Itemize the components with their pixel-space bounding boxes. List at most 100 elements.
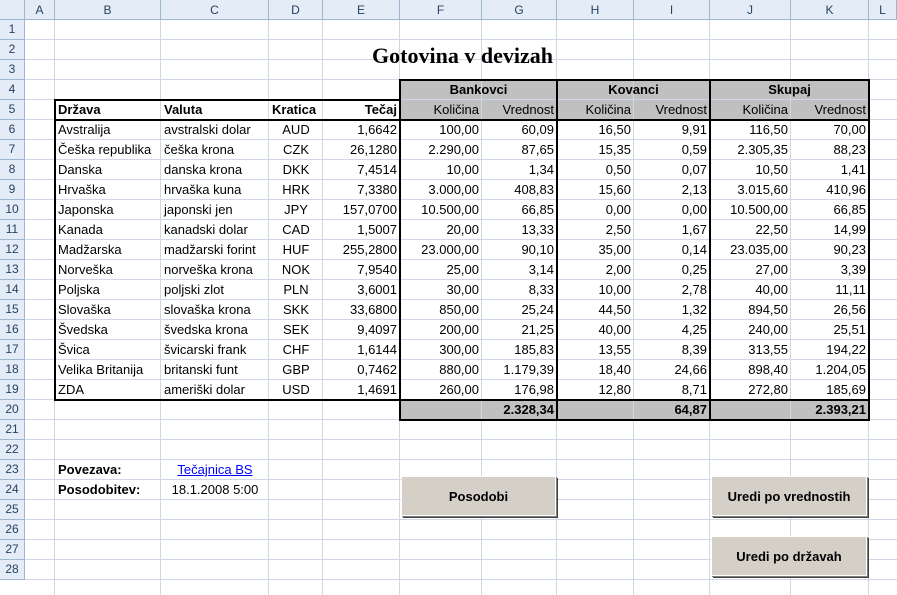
- table-cell[interactable]: 90,23: [791, 240, 869, 259]
- total-kovanci[interactable]: 64,87: [634, 400, 710, 419]
- table-cell[interactable]: 0,59: [634, 140, 710, 159]
- table-cell[interactable]: 40,00: [710, 280, 791, 299]
- table-cell[interactable]: 10.500,00: [400, 200, 482, 219]
- table-cell[interactable]: 116,50: [710, 120, 791, 139]
- column-header[interactable]: E: [323, 0, 400, 20]
- row-header[interactable]: 13: [0, 260, 25, 280]
- table-cell[interactable]: 898,40: [710, 360, 791, 379]
- table-cell[interactable]: 30,00: [400, 280, 482, 299]
- table-cell[interactable]: 408,83: [482, 180, 557, 199]
- table-cell[interactable]: 0,25: [634, 260, 710, 279]
- table-cell[interactable]: Hrvaška: [55, 180, 161, 199]
- table-cell[interactable]: 0,7462: [323, 360, 400, 379]
- table-cell[interactable]: 24,66: [634, 360, 710, 379]
- table-cell[interactable]: 15,60: [557, 180, 634, 199]
- table-cell[interactable]: GBP: [269, 360, 323, 379]
- column-header[interactable]: K: [791, 0, 869, 20]
- table-cell[interactable]: 18,40: [557, 360, 634, 379]
- table-cell[interactable]: 9,91: [634, 120, 710, 139]
- table-cell[interactable]: 40,00: [557, 320, 634, 339]
- table-cell[interactable]: madžarski forint: [161, 240, 269, 259]
- table-cell[interactable]: 10,50: [710, 160, 791, 179]
- table-cell[interactable]: 880,00: [400, 360, 482, 379]
- column-header[interactable]: L: [869, 0, 897, 20]
- table-cell[interactable]: 255,2800: [323, 240, 400, 259]
- column-header[interactable]: B: [55, 0, 161, 20]
- table-cell[interactable]: 8,71: [634, 380, 710, 399]
- table-cell[interactable]: 7,4514: [323, 160, 400, 179]
- table-cell[interactable]: CHF: [269, 340, 323, 359]
- row-header[interactable]: 4: [0, 80, 25, 100]
- row-header[interactable]: 16: [0, 320, 25, 340]
- table-cell[interactable]: 3,39: [791, 260, 869, 279]
- table-cell[interactable]: 7,3380: [323, 180, 400, 199]
- table-cell[interactable]: 10,00: [400, 160, 482, 179]
- table-cell[interactable]: 10.500,00: [710, 200, 791, 219]
- table-cell[interactable]: češka krona: [161, 140, 269, 159]
- row-header[interactable]: 22: [0, 440, 25, 460]
- table-cell[interactable]: 23.000,00: [400, 240, 482, 259]
- table-cell[interactable]: britanski funt: [161, 360, 269, 379]
- table-cell[interactable]: 157,0700: [323, 200, 400, 219]
- table-cell[interactable]: Češka republika: [55, 140, 161, 159]
- row-header[interactable]: 18: [0, 360, 25, 380]
- table-cell[interactable]: 25,51: [791, 320, 869, 339]
- table-cell[interactable]: Slovaška: [55, 300, 161, 319]
- table-cell[interactable]: 3,14: [482, 260, 557, 279]
- row-header[interactable]: 5: [0, 100, 25, 120]
- table-cell[interactable]: 100,00: [400, 120, 482, 139]
- total-skupaj[interactable]: 2.393,21: [791, 400, 869, 419]
- table-cell[interactable]: 194,22: [791, 340, 869, 359]
- table-cell[interactable]: Švica: [55, 340, 161, 359]
- row-header[interactable]: 26: [0, 520, 25, 540]
- row-header[interactable]: 27: [0, 540, 25, 560]
- table-cell[interactable]: 27,00: [710, 260, 791, 279]
- row-header[interactable]: 24: [0, 480, 25, 500]
- table-cell[interactable]: 300,00: [400, 340, 482, 359]
- table-cell[interactable]: 20,00: [400, 220, 482, 239]
- table-cell[interactable]: 260,00: [400, 380, 482, 399]
- table-cell[interactable]: 272,80: [710, 380, 791, 399]
- table-cell[interactable]: 9,4097: [323, 320, 400, 339]
- table-cell[interactable]: 60,09: [482, 120, 557, 139]
- table-cell[interactable]: 1,41: [791, 160, 869, 179]
- table-cell[interactable]: 2.290,00: [400, 140, 482, 159]
- table-cell[interactable]: 66,85: [482, 200, 557, 219]
- row-header[interactable]: 10: [0, 200, 25, 220]
- table-cell[interactable]: Švedska: [55, 320, 161, 339]
- table-cell[interactable]: švicarski frank: [161, 340, 269, 359]
- table-cell[interactable]: 3.015,60: [710, 180, 791, 199]
- table-cell[interactable]: HUF: [269, 240, 323, 259]
- table-cell[interactable]: 16,50: [557, 120, 634, 139]
- table-cell[interactable]: hrvaška kuna: [161, 180, 269, 199]
- table-cell[interactable]: 2,50: [557, 220, 634, 239]
- row-header[interactable]: 23: [0, 460, 25, 480]
- table-cell[interactable]: 200,00: [400, 320, 482, 339]
- table-cell[interactable]: 13,55: [557, 340, 634, 359]
- row-header[interactable]: 15: [0, 300, 25, 320]
- table-cell[interactable]: japonski jen: [161, 200, 269, 219]
- table-cell[interactable]: 0,07: [634, 160, 710, 179]
- table-cell[interactable]: 410,96: [791, 180, 869, 199]
- table-cell[interactable]: 13,33: [482, 220, 557, 239]
- column-header[interactable]: C: [161, 0, 269, 20]
- row-header[interactable]: 17: [0, 340, 25, 360]
- table-cell[interactable]: 1,34: [482, 160, 557, 179]
- table-cell[interactable]: 25,00: [400, 260, 482, 279]
- table-cell[interactable]: 87,65: [482, 140, 557, 159]
- table-cell[interactable]: Kanada: [55, 220, 161, 239]
- row-header[interactable]: 11: [0, 220, 25, 240]
- sort-by-value-button[interactable]: Uredi po vrednostih: [711, 476, 867, 516]
- select-all-corner[interactable]: [0, 0, 25, 20]
- table-cell[interactable]: 35,00: [557, 240, 634, 259]
- table-cell[interactable]: 88,23: [791, 140, 869, 159]
- table-cell[interactable]: Norveška: [55, 260, 161, 279]
- table-cell[interactable]: 44,50: [557, 300, 634, 319]
- row-header[interactable]: 6: [0, 120, 25, 140]
- table-cell[interactable]: USD: [269, 380, 323, 399]
- table-cell[interactable]: poljski zlot: [161, 280, 269, 299]
- table-cell[interactable]: SKK: [269, 300, 323, 319]
- table-cell[interactable]: 2,13: [634, 180, 710, 199]
- row-header[interactable]: 21: [0, 420, 25, 440]
- row-header[interactable]: 20: [0, 400, 25, 420]
